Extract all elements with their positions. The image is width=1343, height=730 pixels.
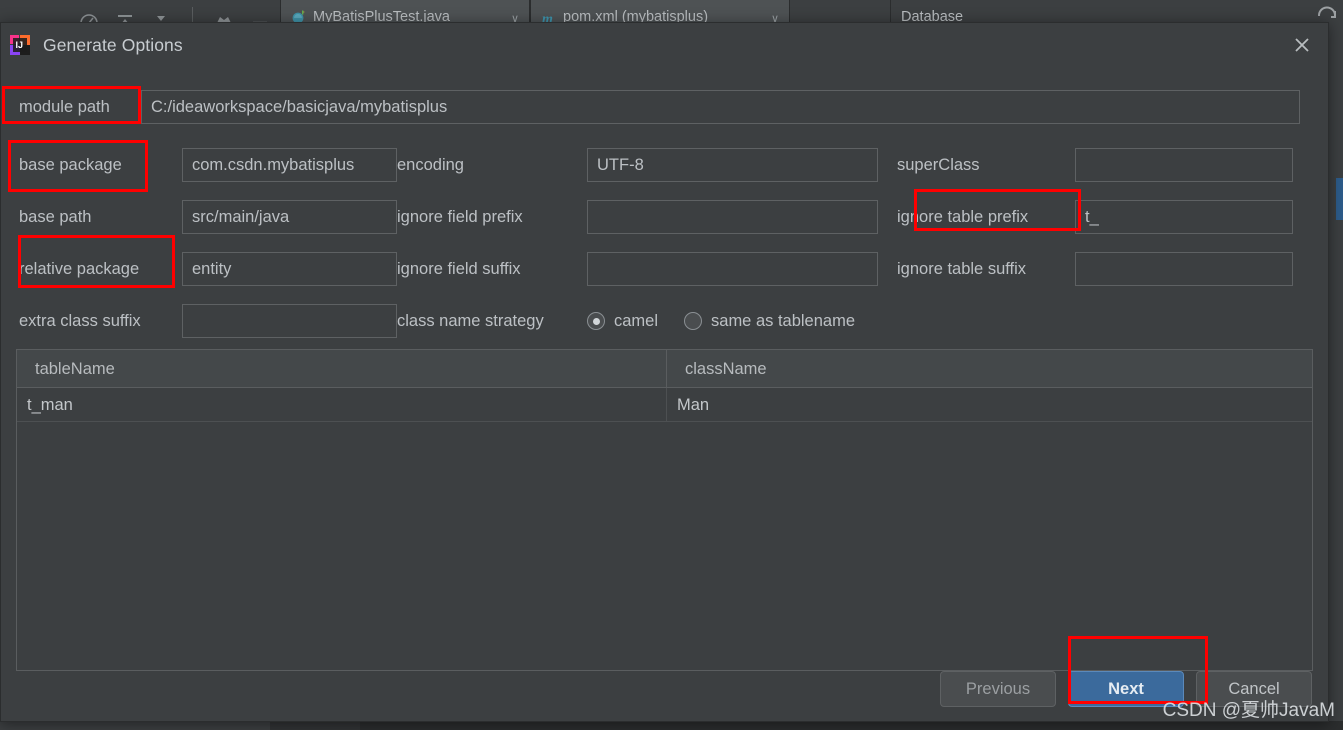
tables-list[interactable]: tableName className t_man Man bbox=[16, 349, 1313, 671]
column-header-tablename[interactable]: tableName bbox=[17, 350, 667, 388]
base-path-input[interactable] bbox=[182, 200, 397, 234]
class-name-strategy-label: class name strategy bbox=[397, 311, 544, 330]
radio-selected-icon bbox=[587, 312, 605, 330]
module-path-row: module path bbox=[1, 85, 1328, 129]
radio-unselected-icon bbox=[684, 312, 703, 330]
ide-status-bar bbox=[0, 721, 1343, 730]
ignore-field-suffix-input[interactable] bbox=[587, 252, 878, 286]
table-header-row: tableName className bbox=[17, 350, 1312, 388]
module-path-label: module path bbox=[19, 97, 110, 116]
svg-text:IJ: IJ bbox=[16, 40, 24, 50]
base-package-label: base package bbox=[19, 155, 122, 174]
previous-button[interactable]: Previous bbox=[940, 671, 1056, 707]
ignore-table-suffix-input[interactable] bbox=[1075, 252, 1293, 286]
ignore-table-suffix-label: ignore table suffix bbox=[897, 259, 1027, 278]
ignore-field-suffix-label: ignore field suffix bbox=[397, 259, 521, 278]
watermark: CSDN @夏帅JavaM bbox=[1162, 700, 1335, 721]
ignore-field-prefix-input[interactable] bbox=[587, 200, 878, 234]
extra-class-suffix-input[interactable] bbox=[182, 304, 397, 338]
column-header-classname[interactable]: className bbox=[667, 350, 1312, 388]
status-bar-right-segment bbox=[360, 722, 1343, 730]
relative-package-input[interactable] bbox=[182, 252, 397, 286]
close-icon[interactable] bbox=[1290, 33, 1314, 57]
radio-camel-label: camel bbox=[614, 311, 659, 330]
sync-icon[interactable] bbox=[1315, 2, 1339, 24]
radio-camel[interactable]: camel bbox=[587, 312, 658, 331]
status-bar-left-segment bbox=[0, 722, 270, 730]
super-class-input[interactable] bbox=[1075, 148, 1293, 182]
ignore-field-prefix-label: ignore field prefix bbox=[397, 207, 523, 226]
screen-root: MyBatisPlusTest.java ∨ m pom.xml (mybati… bbox=[0, 0, 1343, 730]
extra-class-suffix-label: extra class suffix bbox=[19, 311, 141, 330]
ignore-table-prefix-input[interactable] bbox=[1075, 200, 1293, 234]
generate-options-dialog: IJ Generate Options module path base pac… bbox=[0, 22, 1329, 722]
ide-right-accent-bar bbox=[1336, 178, 1343, 220]
module-path-input[interactable] bbox=[141, 90, 1300, 124]
ignore-table-prefix-label: ignore table prefix bbox=[897, 207, 1029, 226]
radio-same-as-tablename-label: same as tablename bbox=[711, 311, 856, 330]
encoding-input[interactable] bbox=[587, 148, 878, 182]
cell-classname[interactable]: Man bbox=[667, 388, 1312, 422]
table-row[interactable]: t_man Man bbox=[17, 387, 1312, 422]
super-class-label: superClass bbox=[897, 155, 980, 174]
intellij-idea-logo: IJ bbox=[9, 34, 31, 56]
cell-tablename[interactable]: t_man bbox=[17, 387, 667, 422]
class-name-strategy-radio-group: camel same as tablename bbox=[587, 312, 1293, 331]
relative-package-label: relative package bbox=[19, 259, 140, 278]
options-form-grid: base package encoding superClass base pa… bbox=[19, 139, 1311, 347]
base-path-label: base path bbox=[19, 207, 92, 226]
radio-same-as-tablename[interactable]: same as tablename bbox=[684, 312, 855, 331]
dialog-titlebar: IJ Generate Options bbox=[1, 23, 1328, 67]
encoding-label: encoding bbox=[397, 155, 464, 174]
base-package-input[interactable] bbox=[182, 148, 397, 182]
dialog-title: Generate Options bbox=[43, 34, 183, 55]
